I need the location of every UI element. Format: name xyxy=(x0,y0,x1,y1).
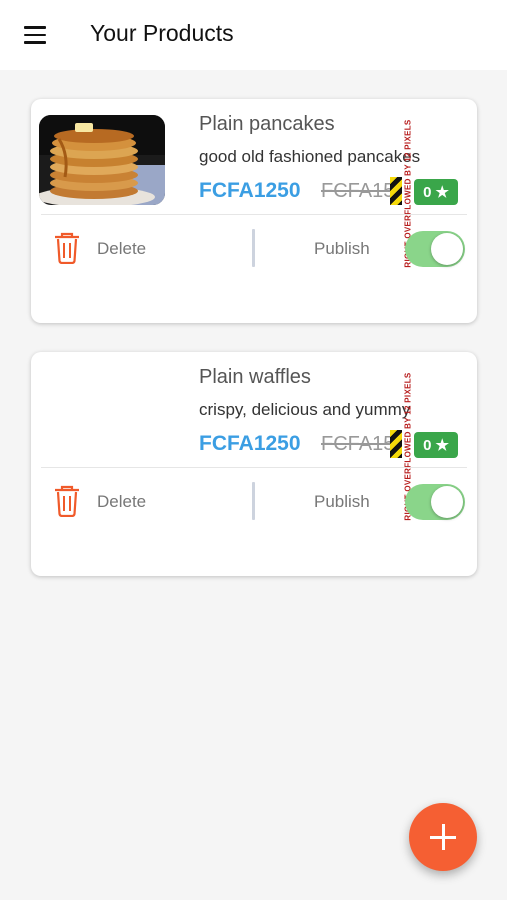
toggle-knob xyxy=(431,486,463,518)
rating-value: 0 xyxy=(423,183,432,201)
publish-toggle[interactable] xyxy=(405,231,465,267)
product-price: FCFA1250 xyxy=(199,179,301,202)
vertical-divider xyxy=(252,482,255,520)
add-product-button[interactable] xyxy=(409,803,477,871)
product-name: Plain pancakes xyxy=(199,113,335,135)
overflow-indicator xyxy=(390,177,402,205)
product-card: Plain waffles crispy, delicious and yumm… xyxy=(31,352,477,576)
product-image xyxy=(39,115,165,205)
toggle-knob xyxy=(431,233,463,265)
product-old-price: FCFA1500 xyxy=(321,180,399,202)
product-description: good old fashioned pancakes xyxy=(199,147,421,166)
star-icon: ★ xyxy=(435,184,449,201)
product-name: Plain waffles xyxy=(199,366,311,388)
rating-badge: 0 ★ xyxy=(414,432,458,458)
vertical-divider xyxy=(252,229,255,267)
rating-badge: 0 ★ xyxy=(414,179,458,205)
publish-label: Publish xyxy=(314,239,370,258)
star-icon: ★ xyxy=(435,437,449,454)
rating-value: 0 xyxy=(423,436,432,454)
page-title: Your Products xyxy=(90,20,234,46)
publish-toggle[interactable] xyxy=(405,484,465,520)
product-old-price: FCFA1500 xyxy=(321,433,399,455)
product-card: Plain pancakes good old fashioned pancak… xyxy=(31,99,477,323)
trash-icon[interactable] xyxy=(53,232,81,265)
delete-button[interactable]: Delete xyxy=(97,492,146,512)
publish-label: Publish xyxy=(314,492,370,511)
product-price: FCFA1250 xyxy=(199,432,301,455)
app-bar: Your Products xyxy=(0,0,507,70)
product-description: crispy, delicious and yummy xyxy=(199,400,411,419)
divider xyxy=(41,214,467,215)
divider xyxy=(41,467,467,468)
overflow-indicator xyxy=(390,430,402,458)
menu-icon[interactable] xyxy=(24,26,46,44)
trash-icon[interactable] xyxy=(53,485,81,518)
delete-button[interactable]: Delete xyxy=(97,239,146,259)
